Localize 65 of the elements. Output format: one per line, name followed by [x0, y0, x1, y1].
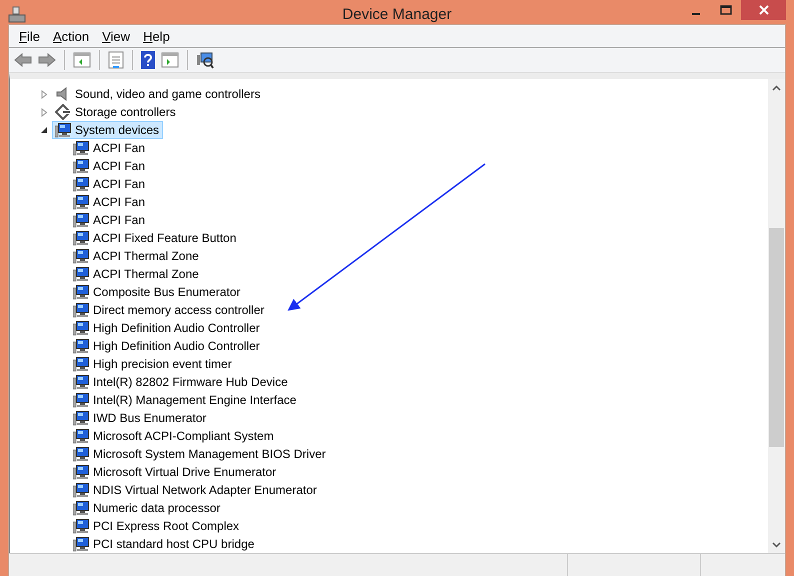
computer-icon	[73, 302, 89, 318]
help-icon[interactable]	[139, 49, 157, 71]
computer-icon	[73, 338, 89, 354]
tree-item[interactable]: ACPI Thermal Zone	[70, 247, 203, 265]
tree-item[interactable]: Intel(R) Management Engine Interface	[70, 391, 300, 409]
tree-item[interactable]: System devices	[52, 121, 164, 139]
tree-item[interactable]: Storage controllers	[52, 103, 180, 121]
computer-icon	[73, 320, 89, 336]
computer-icon	[73, 248, 89, 264]
computer-icon	[73, 464, 89, 480]
tree-item[interactable]: ACPI Fan	[70, 157, 150, 175]
computer-icon	[73, 140, 89, 156]
close-button[interactable]	[741, 0, 786, 20]
tree-item[interactable]: IWD Bus Enumerator	[70, 409, 210, 427]
computer-icon	[73, 194, 89, 210]
menu-item[interactable]: Action	[46, 28, 96, 44]
computer-icon	[73, 482, 89, 498]
computer-icon	[73, 536, 89, 552]
tree-item[interactable]: Sound, video and game controllers	[52, 85, 264, 103]
scroll-thumb[interactable]	[769, 228, 784, 448]
computer-icon	[73, 176, 89, 192]
computer-icon	[8, 6, 26, 24]
window-title: Device Manager	[341, 6, 453, 23]
computer-icon	[73, 284, 89, 300]
tree-item[interactable]: Direct memory access controller	[70, 301, 268, 319]
computer-icon	[73, 500, 89, 516]
tree-item[interactable]: Microsoft System Management BIOS Driver	[70, 445, 330, 463]
tree-item[interactable]: ACPI Fan	[70, 139, 150, 157]
tree-item[interactable]: ACPI Thermal Zone	[70, 265, 203, 283]
tree-item[interactable]: NDIS Virtual Network Adapter Enumerator	[70, 481, 321, 499]
tree-item[interactable]: PCI Express Root Complex	[70, 517, 244, 535]
computer-icon	[73, 410, 89, 426]
tree-item[interactable]: High precision event timer	[70, 355, 236, 373]
computer-icon	[73, 428, 89, 444]
tree-item[interactable]: ACPI Fixed Feature Button	[70, 229, 240, 247]
computer-icon	[73, 374, 89, 390]
computer-icon	[55, 122, 71, 138]
properties-icon[interactable]	[106, 49, 126, 71]
computer-icon	[73, 266, 89, 282]
computer-icon	[73, 230, 89, 246]
menu-item[interactable]: Help	[137, 28, 177, 44]
storage-icon	[55, 104, 71, 120]
tree-item[interactable]: PCI standard host CPU bridge	[70, 535, 258, 553]
tree-item[interactable]: ACPI Fan	[70, 175, 150, 193]
menu-item[interactable]: File	[13, 28, 47, 44]
menu-item[interactable]: View	[96, 28, 138, 44]
computer-icon	[73, 518, 89, 534]
computer-icon	[73, 392, 89, 408]
tree-item[interactable]: High Definition Audio Controller	[70, 319, 264, 337]
tree-item[interactable]: Numeric data processor	[70, 499, 224, 517]
tree-item[interactable]: Intel(R) 82802 Firmware Hub Device	[70, 373, 292, 391]
computer-icon	[73, 356, 89, 372]
scrollbar[interactable]	[768, 79, 785, 553]
computer-icon	[73, 212, 89, 228]
tree-item[interactable]: ACPI Fan	[70, 193, 150, 211]
tree-item[interactable]: Composite Bus Enumerator	[70, 283, 244, 301]
maximize-icon	[720, 5, 732, 15]
close-icon	[758, 4, 770, 16]
tree-item[interactable]: Microsoft ACPI-Compliant System	[70, 427, 278, 445]
tree-item[interactable]: ACPI Fan	[70, 211, 150, 229]
tree-item[interactable]: High Definition Audio Controller	[70, 337, 264, 355]
tree-item[interactable]: Microsoft Virtual Drive Enumerator	[70, 463, 280, 481]
computer-icon	[73, 158, 89, 174]
minimize-icon	[692, 13, 700, 15]
computer-icon	[73, 446, 89, 462]
